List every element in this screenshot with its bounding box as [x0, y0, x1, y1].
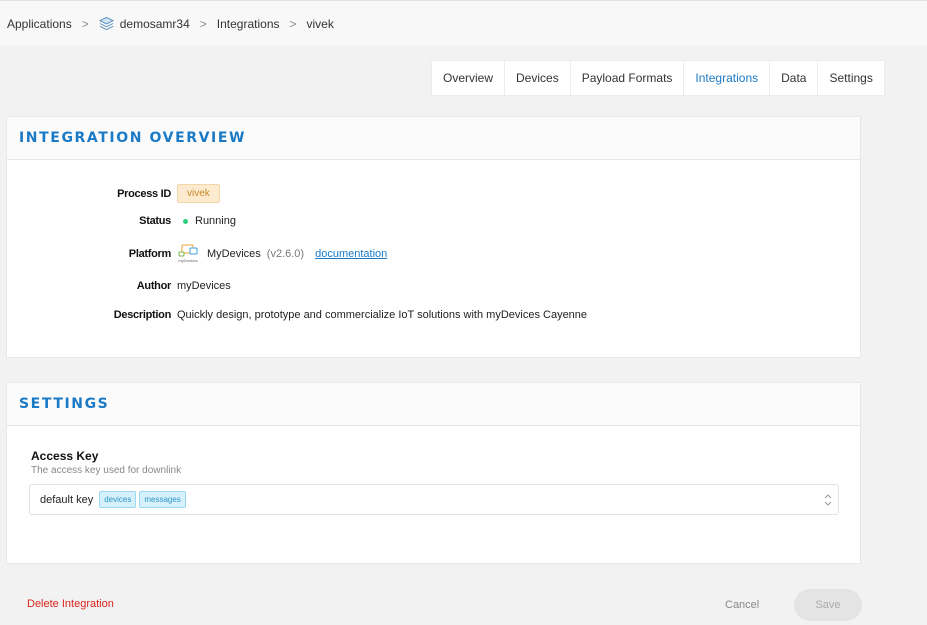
select-arrows-icon: [824, 494, 832, 506]
description-value: Quickly design, prototype and commercial…: [177, 309, 588, 321]
status-row: Status Running: [7, 215, 236, 227]
access-key-value: default key: [40, 493, 94, 506]
settings-card: SETTINGS Access Key The access key used …: [6, 382, 861, 564]
right-tag: devices: [99, 491, 137, 508]
breadcrumb-current[interactable]: vivek: [307, 17, 334, 31]
tab-overview[interactable]: Overview: [432, 61, 506, 95]
layers-icon: [98, 16, 114, 31]
process-id-label: Process ID: [117, 187, 171, 200]
integration-overview-card: INTEGRATION OVERVIEW Process ID vivek St…: [6, 116, 861, 358]
platform-version: (v2.6.0): [266, 247, 305, 260]
process-id-row: Process ID vivek: [7, 184, 220, 203]
process-id-badge: vivek: [177, 184, 220, 203]
tab-settings[interactable]: Settings: [818, 61, 883, 95]
platform-row: Platform myDevices MyDevices (v2.6.0) do…: [7, 244, 387, 263]
access-key-select[interactable]: default key devices messages: [29, 484, 839, 515]
save-button[interactable]: Save: [794, 589, 862, 621]
breadcrumb-separator: >: [81, 16, 89, 31]
breadcrumb-separator: >: [289, 16, 297, 31]
settings-title: SETTINGS: [19, 396, 110, 412]
platform-label: Platform: [128, 247, 172, 260]
overview-header: INTEGRATION OVERVIEW: [7, 117, 860, 160]
breadcrumb-app-label: demosamr34: [119, 16, 190, 31]
status-value: Running: [195, 215, 236, 227]
tab-data[interactable]: Data: [770, 61, 819, 95]
author-label: Author: [136, 280, 172, 292]
author-row: Author myDevices: [7, 280, 231, 292]
tab-integrations[interactable]: Integrations: [684, 61, 771, 95]
mydevices-logo-icon: myDevices: [177, 244, 199, 263]
breadcrumb-separator: >: [199, 16, 207, 31]
settings-header: SETTINGS: [7, 383, 860, 426]
description-row: Description Quickly design, prototype an…: [7, 309, 587, 321]
platform-logo-text: myDevices: [178, 258, 198, 263]
delete-integration-button[interactable]: Delete Integration: [27, 598, 114, 610]
breadcrumb-integrations[interactable]: Integrations: [217, 17, 280, 31]
description-label: Description: [113, 309, 172, 321]
status-label: Status: [139, 215, 171, 227]
platform-name: MyDevices: [207, 247, 261, 260]
app-tabs: Overview Devices Payload Formats Integra…: [431, 60, 885, 96]
cancel-button[interactable]: Cancel: [725, 599, 759, 611]
status-dot: [183, 218, 188, 224]
tab-devices[interactable]: Devices: [505, 61, 571, 95]
breadcrumb-app[interactable]: demosamr34: [98, 16, 190, 31]
author-value: myDevices: [177, 280, 231, 292]
documentation-link[interactable]: documentation: [315, 248, 387, 260]
access-key-label: Access Key: [31, 449, 99, 463]
overview-title: INTEGRATION OVERVIEW: [19, 130, 247, 146]
breadcrumb: Applications > demosamr34 > Integrations…: [0, 0, 927, 46]
right-tag: messages: [139, 491, 186, 508]
tab-payload-formats[interactable]: Payload Formats: [571, 61, 685, 95]
access-key-description: The access key used for downlink: [31, 465, 182, 476]
breadcrumb-applications[interactable]: Applications: [7, 17, 72, 31]
